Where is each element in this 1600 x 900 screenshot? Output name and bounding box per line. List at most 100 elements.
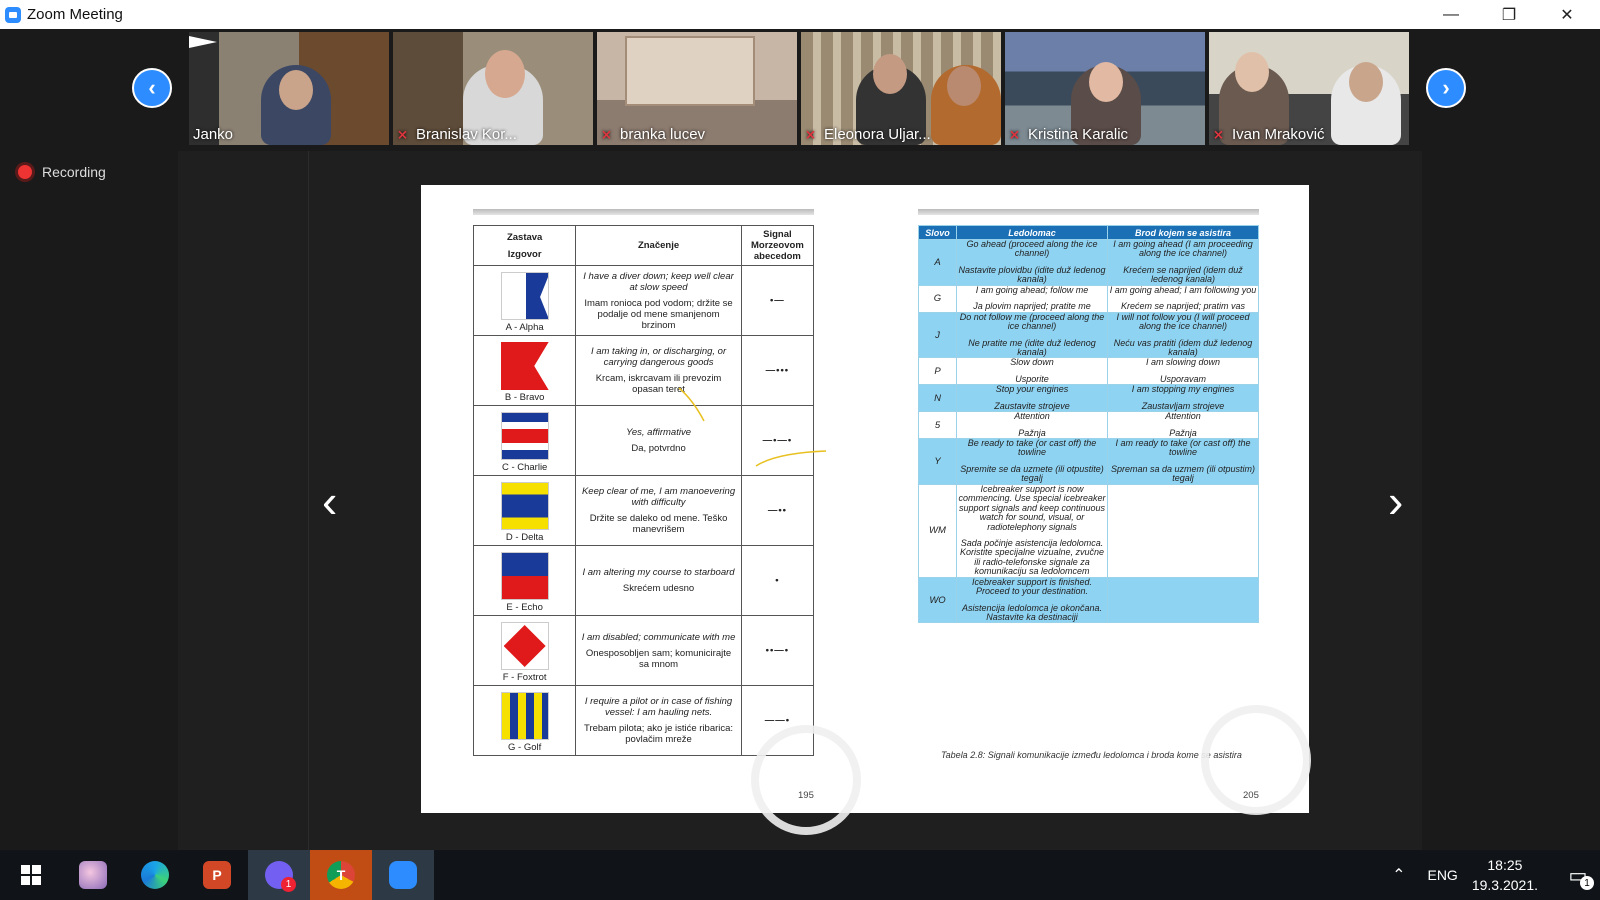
participant-tile[interactable]: ⨯ branka lucev: [597, 32, 797, 145]
table-row: P Slow down Usporite I am slowing down Usp…: [918, 357, 1259, 386]
signal-letter: WO: [918, 576, 957, 624]
participant-tile[interactable]: ⨯ Branislav Kor...: [393, 32, 593, 145]
mic-muted-icon: ⨯: [805, 126, 816, 142]
icebreaker-en: Be ready to take (or cast off) the towli…: [967, 438, 1097, 458]
icebreaker-hr: Spremite se da uzmete (ili otpustite) te…: [960, 463, 1104, 484]
page-number: 205: [1243, 790, 1259, 801]
clock[interactable]: 18:25 19.3.2021.: [1472, 855, 1538, 895]
assisted-en: I am going ahead (I am proceeding along …: [1113, 239, 1253, 259]
assisted-hr: Krećem se naprijed (idem duž ledenog kan…: [1123, 264, 1243, 285]
chevron-left-icon: ‹: [148, 75, 156, 100]
notification-badge: 1: [281, 877, 296, 892]
assisted-en: I am going ahead; I am following you: [1109, 284, 1257, 295]
participant-name: Eleonora Uljar...: [824, 126, 931, 143]
assisted-hr: Neću vas pratiti (idem duž ledenog kanal…: [1113, 337, 1253, 357]
restore-button[interactable]: ❐: [1480, 0, 1538, 29]
edge-icon: [141, 861, 169, 889]
slide-next-button[interactable]: ›: [1388, 474, 1403, 528]
assisted-en: Attention: [1165, 411, 1201, 422]
participant-tile[interactable]: ⨯ Ivan Mraković: [1209, 32, 1409, 145]
taskbar-app-chrome[interactable]: T: [310, 850, 372, 900]
participant-tile[interactable]: ⨯ Eleonora Uljar...: [801, 32, 1001, 145]
chrome-icon: T: [327, 861, 355, 889]
header-letter: Slovo: [918, 225, 957, 240]
icebreaker-en: Do not follow me (proceed along the ice …: [959, 311, 1105, 332]
icebreaker-en: Stop your engines: [995, 384, 1069, 395]
table-row: G I am going ahead; follow me Ja plovim n…: [918, 284, 1259, 313]
system-tray: ⌃ ENG 18:25 19.3.2021. ▭ 1: [1392, 850, 1600, 900]
strip-prev-button[interactable]: ‹: [132, 68, 172, 108]
table-row: WM Icebreaker support is now commencing.…: [918, 483, 1259, 578]
assisted-hr: Zaustavljam strojeve: [1141, 400, 1225, 411]
zoom-app-icon: [5, 6, 21, 23]
recording-indicator[interactable]: Recording: [18, 164, 106, 180]
annotation-stroke: [755, 450, 827, 467]
participant-name: branka lucev: [620, 126, 706, 143]
assisted-en: I will not follow you (I will proceed al…: [1116, 311, 1250, 332]
icebreaker-hr: Pažnja: [1018, 427, 1046, 438]
table-row: Y Be ready to take (or cast off) the tow…: [918, 438, 1259, 485]
divider: [308, 151, 309, 850]
icebreaker-en: I am going ahead; follow me: [975, 284, 1089, 295]
signal-letter: G: [918, 284, 957, 313]
icebreaker-hr: Sada počinje asistencija ledolomca. Kori…: [959, 537, 1105, 577]
participant-name: Branislav Kor...: [416, 126, 517, 143]
header-icebreaker: Ledolomac: [956, 225, 1108, 240]
mic-muted-icon: ⨯: [601, 126, 612, 142]
meeting-stage: ‹ Janko ⨯ Branislav Kor... ⨯ branka lucev: [0, 29, 1600, 850]
taskbar-app-viber[interactable]: 1: [248, 850, 310, 900]
clock-time: 18:25: [1487, 857, 1523, 873]
icebreaker-en: Icebreaker support is now commencing. Us…: [958, 483, 1106, 532]
zoom-icon: [389, 861, 417, 889]
taskbar-app-paint[interactable]: [62, 850, 124, 900]
strip-next-button[interactable]: ›: [1426, 68, 1466, 108]
table-row: A Go ahead (proceed along the ice channe…: [918, 239, 1259, 286]
assisted-en: I am slowing down: [1145, 357, 1221, 368]
table-row: WO Icebreaker support is finished. Proce…: [918, 576, 1259, 624]
window-title: Zoom Meeting: [27, 6, 123, 23]
shared-document: Zastava Izgovor Značenje Signal Morzeovom…: [421, 185, 1311, 835]
assisted-hr: Krećem se naprijed; pratim vas: [1120, 301, 1246, 312]
signal-letter: WM: [918, 483, 957, 578]
show-hidden-icons-icon[interactable]: ⌃: [1392, 865, 1405, 885]
assisted-en: I am stopping my engines: [1131, 384, 1235, 395]
notification-count: 1: [1580, 876, 1594, 890]
icebreaker-signals-table: Slovo Ledolomac Brod kojem se asistira A…: [918, 225, 1259, 624]
window-titlebar: Zoom Meeting — ❐ ✕: [0, 0, 1600, 29]
icebreaker-en: Attention: [1014, 411, 1050, 422]
action-center-button[interactable]: ▭ 1: [1556, 850, 1600, 900]
chevron-left-icon: ‹: [322, 475, 338, 527]
icebreaker-en: Icebreaker support is finished. Proceed …: [971, 576, 1093, 597]
record-dot-icon: [18, 165, 32, 179]
page-number: 195: [798, 790, 814, 801]
table-row: 5 Attention Pažnja Attention Pažnja: [918, 411, 1259, 439]
taskbar-app-powerpoint[interactable]: P: [186, 850, 248, 900]
language-indicator[interactable]: ENG: [1427, 867, 1457, 883]
clock-date: 19.3.2021.: [1471, 877, 1538, 893]
icebreaker-hr: Ja plovim naprijed; pratite me: [973, 301, 1091, 312]
icebreaker-hr: Ne pratite me (idite duž ledenog kanala): [968, 337, 1096, 357]
ship-wheel-icon: [751, 725, 861, 835]
start-button[interactable]: [0, 850, 62, 900]
taskbar-app-zoom[interactable]: [372, 850, 434, 900]
header-assisted: Brod kojem se asistira: [1107, 225, 1259, 240]
signal-letter: A: [918, 239, 957, 286]
close-button[interactable]: ✕: [1538, 0, 1596, 29]
icebreaker-hr: Nastavite plovidbu (idite duž ledenog ka…: [958, 264, 1106, 285]
icebreaker-en: Go ahead (proceed along the ice channel): [966, 239, 1098, 259]
chevron-right-icon: ›: [1388, 475, 1404, 527]
assisted-en: I am ready to take (or cast off) the tow…: [1115, 438, 1251, 458]
participant-strip: Janko ⨯ Branislav Kor... ⨯ branka lucev ⨯ E…: [189, 32, 1409, 145]
icebreaker-hr: Asistencija ledolomca je okončana. Nasta…: [961, 602, 1103, 622]
minimize-button[interactable]: —: [1422, 0, 1480, 29]
signal-letter: N: [918, 384, 957, 413]
signal-letter: Y: [918, 438, 957, 485]
assisted-hr: Spreman sa da uzmem (ili otpustim) tegal…: [1110, 463, 1256, 484]
participant-tile[interactable]: Janko: [189, 32, 389, 145]
taskbar-app-edge[interactable]: [124, 850, 186, 900]
slide-prev-button[interactable]: ‹: [322, 474, 337, 528]
participant-tile[interactable]: ⨯ Kristina Karalic: [1005, 32, 1205, 145]
windows-taskbar: P 1 T ⌃ ENG 18:25 19.3.2021. ▭ 1: [0, 850, 1600, 900]
annotation-stroke: [678, 387, 705, 422]
paint-icon: [79, 861, 107, 889]
